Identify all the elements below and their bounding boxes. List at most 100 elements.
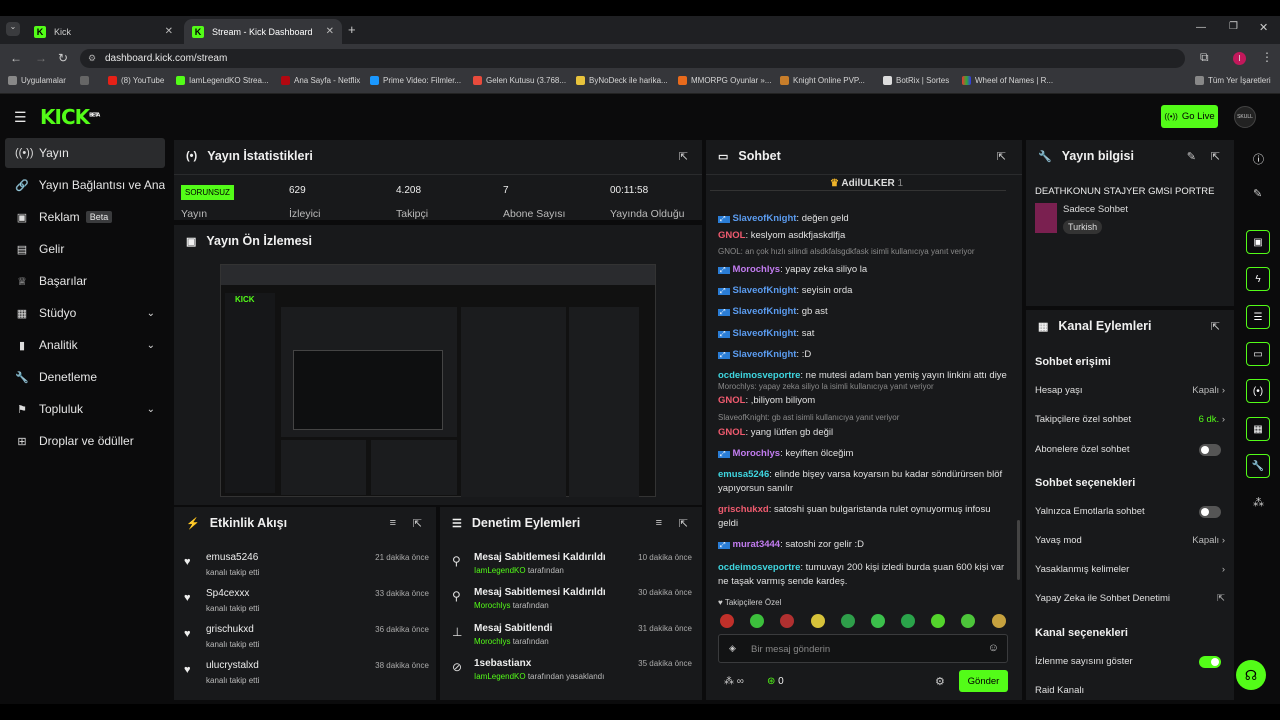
chat-username[interactable]: ocdeimosveportre — [718, 562, 800, 573]
emote-icon[interactable] — [750, 614, 764, 628]
chat-username[interactable]: ocdeimosveportre — [718, 370, 800, 381]
close-tab-icon[interactable]: ✕ — [165, 26, 173, 37]
emote-icon[interactable] — [841, 614, 855, 628]
chat-input[interactable]: ◈ Bir mesaj gönderin ☺ — [718, 634, 1008, 663]
sidebar-item-stream-key[interactable]: 🔗Yayın Bağlantısı ve Anahtarı — [5, 170, 165, 200]
bookmark-netflix[interactable]: Ana Sayfa - Netflix — [281, 76, 360, 85]
bookmark-youtube[interactable]: (8) YouTube — [108, 76, 164, 85]
rail-stats-button[interactable]: (•) — [1246, 379, 1270, 403]
filter-icon[interactable]: ≡ — [656, 517, 662, 529]
profile-avatar[interactable]: I — [1233, 52, 1246, 65]
reload-icon[interactable]: ↻ — [58, 51, 68, 65]
sidebar-item-moderation[interactable]: 🔧 Denetleme — [5, 362, 165, 392]
bookmark-mail[interactable]: Gelen Kutusu (3.768... — [473, 76, 566, 85]
subscribers-chat-toggle[interactable] — [1199, 444, 1221, 456]
url-field[interactable]: ⚙ dashboard.kick.com/stream — [80, 49, 1185, 68]
sidebar-item-community[interactable]: ⚑ Topluluk ⌄ — [5, 394, 165, 424]
bookmark-all[interactable]: Tüm Yer İşaretleri — [1195, 76, 1271, 85]
infinity-icon[interactable]: ⁂ ∞ — [724, 676, 744, 687]
emoji-icon[interactable]: ☺ — [988, 642, 999, 654]
user-avatar[interactable]: SKULL — [1234, 106, 1256, 128]
edit-icon[interactable]: ✎ — [1253, 187, 1262, 200]
hamburger-menu-icon[interactable]: ☰ — [14, 109, 27, 126]
emote-only-toggle[interactable] — [1199, 506, 1221, 518]
rail-activity-button[interactable]: ϟ — [1246, 267, 1270, 291]
bookmark-apps[interactable]: Uygulamalar — [8, 76, 66, 85]
sidebar-item-ads[interactable]: ▣ Reklam Beta — [5, 202, 165, 232]
setting-raid[interactable]: Raid Kanalı — [1035, 685, 1225, 696]
popout-icon[interactable]: ⇱ — [679, 150, 688, 163]
go-live-button[interactable]: ((•)) Go Live — [1161, 105, 1218, 128]
chat-username[interactable]: murat3444 — [733, 539, 781, 550]
kick-points[interactable]: ⊛ 0 — [767, 676, 784, 687]
sidebar-item-achievements[interactable]: ♕ Başarılar — [5, 266, 165, 296]
bookmark-prime[interactable]: Prime Video: Filmler... — [370, 76, 461, 85]
support-chat-button[interactable]: ☊ — [1236, 660, 1266, 690]
setting-slow-mode[interactable]: Yavaş mod Kapalı › — [1035, 535, 1225, 546]
bookmark-knight[interactable]: Knight Online PVP... — [780, 76, 865, 85]
category-name[interactable]: Sadece Sohbet — [1063, 204, 1128, 215]
emote-icon[interactable] — [871, 614, 885, 628]
pinned-user[interactable]: ♛ AdilULKER 1 — [830, 178, 903, 189]
bookmark-botrix[interactable]: BotRix | Sortes — [883, 76, 949, 85]
chat-username[interactable]: SlaveofKnight — [733, 349, 797, 360]
setting-account-age[interactable]: Hesap yaşı Kapalı › — [1035, 385, 1225, 396]
emote-icon[interactable] — [992, 614, 1006, 628]
bookmark-bynodeck[interactable]: ByNoDeck ile harika... — [576, 76, 668, 85]
close-window-icon[interactable]: ✕ — [1259, 21, 1268, 34]
rail-channel-button[interactable]: ▦ — [1246, 417, 1270, 441]
emote-icon[interactable] — [811, 614, 825, 628]
emote-icon[interactable] — [961, 614, 975, 628]
emote-icon[interactable] — [780, 614, 794, 628]
edit-icon[interactable]: ✎ — [1187, 150, 1196, 163]
chat-username[interactable]: SlaveofKnight — [733, 285, 797, 296]
emote-icon[interactable] — [901, 614, 915, 628]
tab-kick[interactable]: K Kick ✕ — [26, 19, 181, 44]
bookmark-mmorpg[interactable]: MMORPG Oyunlar »... — [678, 76, 771, 85]
scrollbar[interactable] — [1017, 520, 1020, 580]
rail-chat-button[interactable]: ▭ — [1246, 342, 1270, 366]
send-button[interactable]: Gönder — [959, 670, 1008, 692]
new-tab-icon[interactable]: + — [348, 22, 356, 37]
chat-username[interactable]: Morochlys — [733, 264, 781, 275]
setting-ai-moderation[interactable]: Yapay Zeka ile Sohbet Denetimi ⇱ — [1035, 593, 1225, 604]
minimize-icon[interactable]: — — [1196, 22, 1206, 33]
bookmark-wheel[interactable]: Wheel of Names | R... — [962, 76, 1053, 85]
info-icon[interactable]: ⓘ — [1253, 151, 1264, 167]
chat-username[interactable]: GNOL — [718, 427, 745, 438]
view-count-toggle[interactable] — [1199, 656, 1221, 668]
extensions-icon[interactable]: ⧉ — [1200, 50, 1209, 65]
chat-username[interactable]: GNOL — [718, 230, 745, 241]
forward-icon[interactable]: → — [35, 51, 47, 65]
chat-username[interactable]: SlaveofKnight — [733, 213, 797, 224]
bookmark-grid-icon[interactable] — [80, 76, 93, 85]
sidebar-item-analytics[interactable]: ▮ Analitik ⌄ — [5, 330, 165, 360]
settings-gear-icon[interactable]: ⚙ — [935, 675, 945, 688]
bookmark-kick[interactable]: IamLegendKO Strea... — [176, 76, 269, 85]
chat-username[interactable]: GNOL — [718, 395, 745, 406]
popout-icon[interactable]: ⇱ — [1211, 150, 1220, 163]
menu-icon[interactable]: ⋮ — [1261, 50, 1273, 64]
popout-icon[interactable]: ⇱ — [413, 517, 422, 530]
tab-list-icon[interactable]: ⌄ — [6, 22, 20, 36]
chat-username[interactable]: emusa5246 — [718, 469, 769, 480]
kick-logo[interactable]: KICKBETA — [40, 105, 100, 129]
popout-icon[interactable]: ⇱ — [997, 150, 1006, 163]
tab-dashboard[interactable]: K Stream - Kick Dashboard ✕ — [184, 19, 342, 44]
filter-icon[interactable]: ≡ — [390, 517, 396, 529]
rail-preview-button[interactable]: ▣ — [1246, 230, 1270, 254]
chat-username[interactable]: SlaveofKnight — [733, 306, 797, 317]
chat-username[interactable]: Morochlys — [733, 448, 781, 459]
emote-icon[interactable] — [931, 614, 945, 628]
setting-banned-words[interactable]: Yasaklanmış kelimeler › — [1035, 564, 1225, 575]
setting-followers-chat[interactable]: Takipçilere özel sohbet 6 dk. › — [1035, 414, 1225, 425]
sidebar-item-drops[interactable]: ⊞ Droplar ve ödüller — [5, 426, 165, 456]
stream-preview-video[interactable]: KICK — [220, 264, 656, 497]
chat-username[interactable]: SlaveofKnight — [733, 328, 797, 339]
maximize-icon[interactable]: ❐ — [1229, 21, 1238, 32]
popout-icon[interactable]: ⇱ — [679, 517, 688, 530]
back-icon[interactable]: ← — [10, 51, 22, 65]
close-tab-icon[interactable]: ✕ — [326, 26, 334, 37]
rail-moderation-button[interactable]: ☰ — [1246, 305, 1270, 329]
sidebar-item-revenue[interactable]: ▤ Gelir — [5, 234, 165, 264]
